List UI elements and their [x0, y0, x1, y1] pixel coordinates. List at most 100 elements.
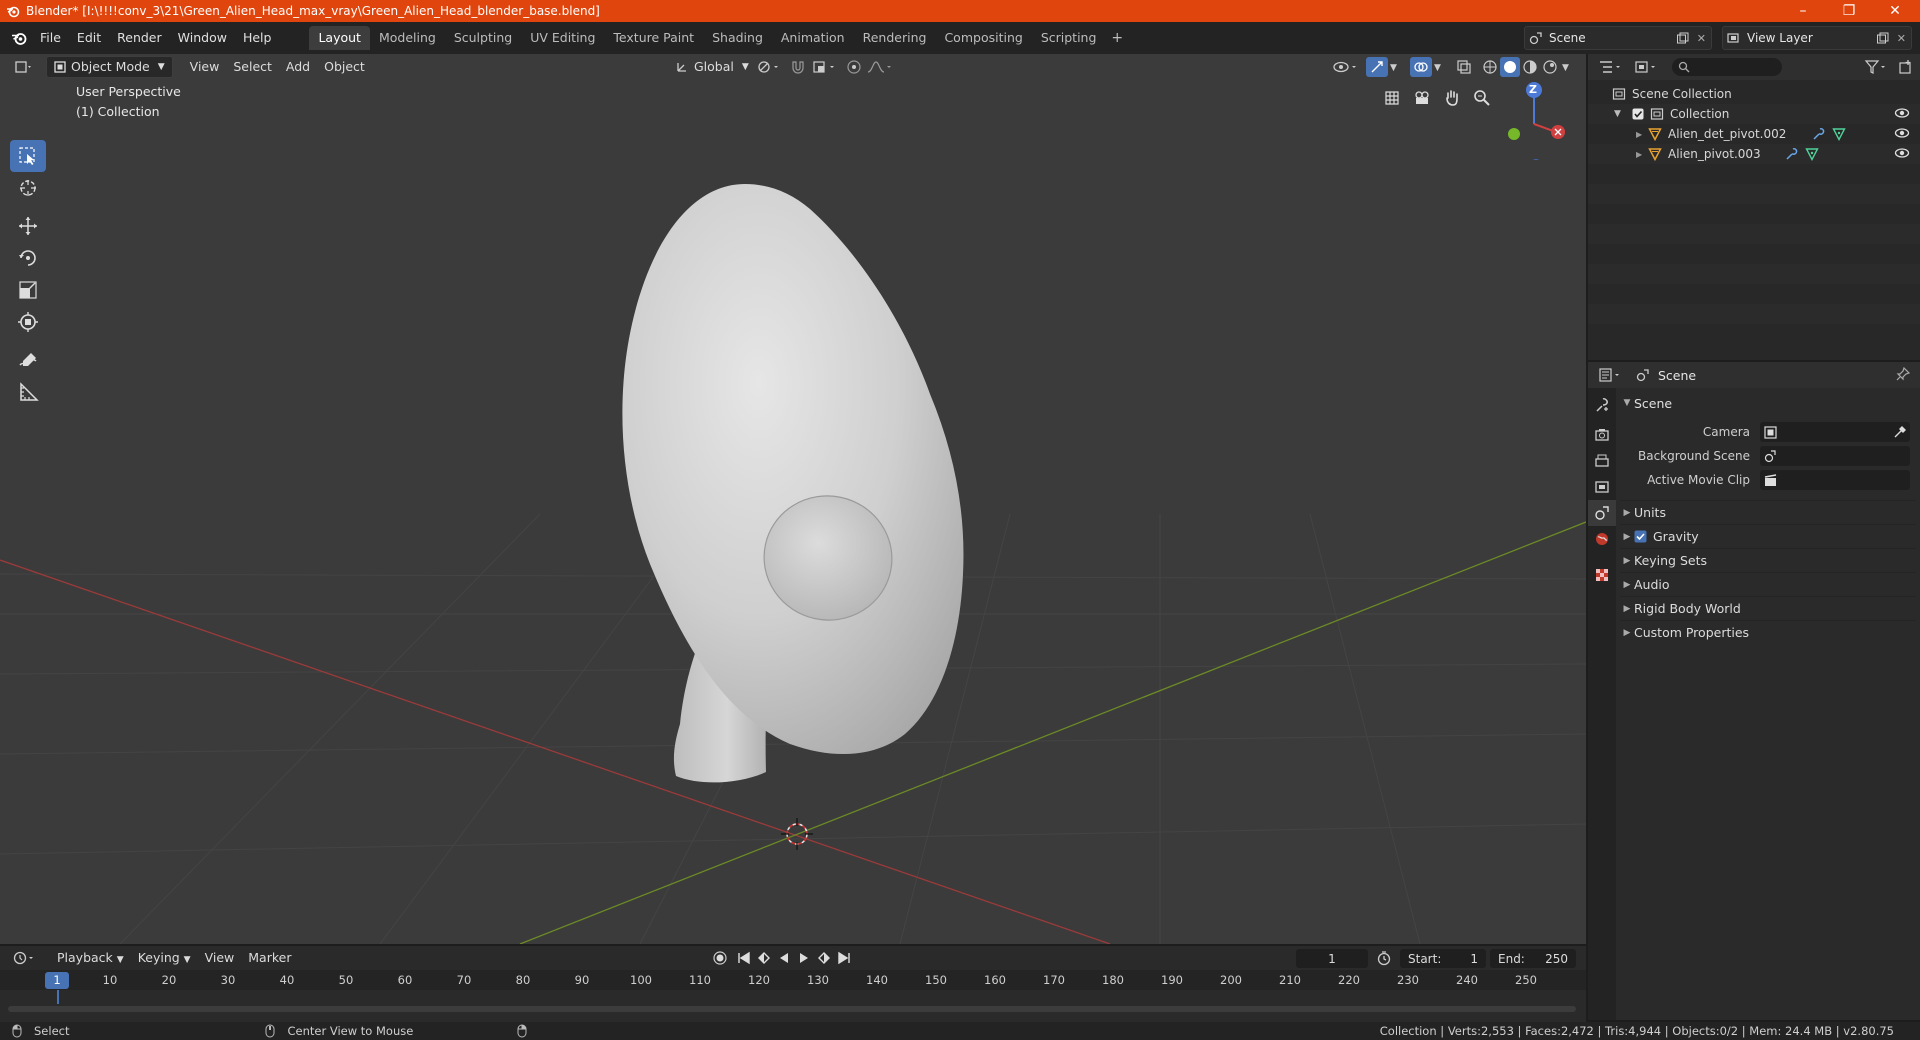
- rotate-tool[interactable]: [10, 242, 46, 274]
- falloff-curve-icon[interactable]: [866, 59, 894, 75]
- menu-edit[interactable]: Edit: [69, 26, 109, 50]
- active-movie-clip-field[interactable]: [1760, 470, 1910, 490]
- tab-scene-properties[interactable]: [1588, 500, 1616, 526]
- stopwatch-icon[interactable]: [1376, 950, 1392, 966]
- zoom-magnifier-icon[interactable]: [1472, 88, 1492, 108]
- jump-start-icon[interactable]: [736, 950, 752, 966]
- tab-animation[interactable]: Animation: [772, 26, 854, 50]
- collection-checkbox[interactable]: [1632, 108, 1644, 120]
- tab-rendering[interactable]: Rendering: [854, 26, 936, 50]
- mode-dropdown[interactable]: Object Mode ▼: [46, 56, 173, 78]
- tab-sculpting[interactable]: Sculpting: [445, 26, 521, 50]
- modifier-wrench-icon[interactable]: [1812, 127, 1826, 141]
- pan-hand-icon[interactable]: [1442, 88, 1462, 108]
- viewport-menu-view[interactable]: View: [183, 56, 227, 78]
- timeline-menu-view[interactable]: View: [198, 947, 242, 969]
- tab-texture-paint[interactable]: Texture Paint: [604, 26, 703, 50]
- viewport-menu-object[interactable]: Object: [317, 56, 372, 78]
- mesh-data-icon[interactable]: [1805, 147, 1819, 161]
- solid-shading-icon[interactable]: [1500, 57, 1520, 77]
- tab-view-layer-properties[interactable]: [1588, 474, 1616, 500]
- rigid-body-world-subpanel[interactable]: ▶ Rigid Body World: [1620, 596, 1916, 620]
- new-scene-icon[interactable]: [1676, 32, 1689, 45]
- audio-subpanel[interactable]: ▶ Audio: [1620, 572, 1916, 596]
- outliner-row-collection[interactable]: ▼ Collection: [1588, 104, 1920, 124]
- xray-toggle-icon[interactable]: [1456, 59, 1472, 75]
- tab-tool-properties[interactable]: [1588, 392, 1616, 418]
- outliner-row-object[interactable]: ▶ Alien_det_pivot.002: [1588, 124, 1920, 144]
- tab-scripting[interactable]: Scripting: [1032, 26, 1106, 50]
- display-mode-icon[interactable]: [1634, 59, 1660, 75]
- keying-sets-subpanel[interactable]: ▶ Keying Sets: [1620, 548, 1916, 572]
- record-icon[interactable]: [712, 950, 728, 966]
- expand-arrow-icon[interactable]: ▶: [1636, 150, 1648, 159]
- modifier-wrench-icon[interactable]: [1785, 147, 1799, 161]
- transform-tool[interactable]: [10, 306, 46, 338]
- navigation-gizmo[interactable]: [1502, 80, 1572, 160]
- delete-view-layer-icon[interactable]: ✕: [1897, 32, 1906, 45]
- eye-visibility-icon[interactable]: [1894, 126, 1910, 140]
- toggle-camera-grid-icon[interactable]: [1382, 88, 1402, 108]
- tab-shading[interactable]: Shading: [703, 26, 772, 50]
- custom-properties-subpanel[interactable]: ▶ Custom Properties: [1620, 620, 1916, 644]
- measure-tool[interactable]: [10, 376, 46, 408]
- expand-arrow-icon[interactable]: ▶: [1636, 130, 1648, 139]
- timeline-menu-playback[interactable]: Playback ▼: [50, 947, 131, 969]
- new-view-layer-icon[interactable]: [1876, 32, 1889, 45]
- eye-visibility-icon[interactable]: [1894, 146, 1910, 160]
- scene-panel-header[interactable]: ▼ Scene: [1620, 392, 1916, 414]
- collapse-arrow-icon[interactable]: ▼: [1614, 109, 1628, 119]
- rendered-shading-icon[interactable]: [1542, 59, 1558, 75]
- eye-visibility-icon[interactable]: [1894, 106, 1910, 120]
- frame-ruler[interactable]: 1 10 20 30 40 50 60 70 80 90 100 110 120…: [0, 970, 1586, 990]
- current-frame-indicator[interactable]: 1: [45, 972, 69, 989]
- gravity-checkbox[interactable]: [1634, 530, 1647, 543]
- delete-scene-icon[interactable]: ✕: [1697, 32, 1706, 45]
- filter-icon[interactable]: [1864, 59, 1890, 75]
- maximize-button[interactable]: ❐: [1826, 0, 1872, 22]
- move-tool[interactable]: [10, 210, 46, 242]
- start-frame-field[interactable]: Start: 1: [1400, 949, 1486, 968]
- camera-view-icon[interactable]: [1412, 88, 1432, 108]
- units-subpanel[interactable]: ▶ Units: [1620, 500, 1916, 524]
- tab-layout[interactable]: Layout: [309, 26, 370, 50]
- scale-tool[interactable]: [10, 274, 46, 306]
- new-collection-icon[interactable]: [1898, 59, 1914, 75]
- editor-type-icon[interactable]: [8, 56, 40, 78]
- background-scene-field[interactable]: [1760, 446, 1910, 466]
- outliner-search-input[interactable]: [1672, 58, 1782, 76]
- shading-dropdown-icon[interactable]: ▼: [1562, 63, 1569, 73]
- view-layer-selector[interactable]: View Layer ✕: [1722, 26, 1912, 50]
- mesh-data-icon[interactable]: [1832, 127, 1847, 141]
- close-button[interactable]: ✕: [1872, 0, 1918, 22]
- add-workspace-button[interactable]: +: [1105, 30, 1129, 46]
- tab-world-properties[interactable]: [1588, 526, 1616, 552]
- menu-window[interactable]: Window: [170, 26, 235, 50]
- snap-magnet-icon[interactable]: [790, 59, 806, 75]
- wireframe-shading-icon[interactable]: [1482, 59, 1498, 75]
- jump-keyframe-back-icon[interactable]: [756, 950, 772, 966]
- tab-output-properties[interactable]: [1588, 448, 1616, 474]
- minimize-button[interactable]: –: [1780, 0, 1826, 22]
- play-reverse-icon[interactable]: [776, 950, 792, 966]
- menu-help[interactable]: Help: [235, 26, 280, 50]
- blender-menu-icon[interactable]: [6, 26, 32, 50]
- menu-file[interactable]: File: [32, 26, 69, 50]
- gravity-subpanel[interactable]: ▶ Gravity: [1620, 524, 1916, 548]
- select-box-tool[interactable]: [10, 140, 46, 172]
- timeline-menu-marker[interactable]: Marker: [241, 947, 298, 969]
- eyedropper-icon[interactable]: [1893, 425, 1906, 439]
- overlays-toggle-icon[interactable]: [1410, 57, 1432, 77]
- timeline-menu-keying[interactable]: Keying ▼: [131, 947, 198, 969]
- outliner-editor-type-icon[interactable]: [1598, 59, 1624, 75]
- pivot-point-icon[interactable]: [756, 59, 782, 75]
- properties-editor-type-icon[interactable]: [1598, 367, 1624, 383]
- menu-render[interactable]: Render: [109, 26, 170, 50]
- jump-end-icon[interactable]: [836, 950, 852, 966]
- overlays-dropdown-icon[interactable]: ▼: [1434, 63, 1441, 73]
- tab-compositing[interactable]: Compositing: [935, 26, 1031, 50]
- cursor-tool[interactable]: [10, 172, 46, 204]
- 3d-viewport[interactable]: Object Mode ▼ View Select Add Object Glo…: [0, 54, 1586, 944]
- transform-orientation-dropdown[interactable]: Global ▼: [668, 56, 756, 78]
- visibility-selectability-icon[interactable]: [1332, 59, 1360, 75]
